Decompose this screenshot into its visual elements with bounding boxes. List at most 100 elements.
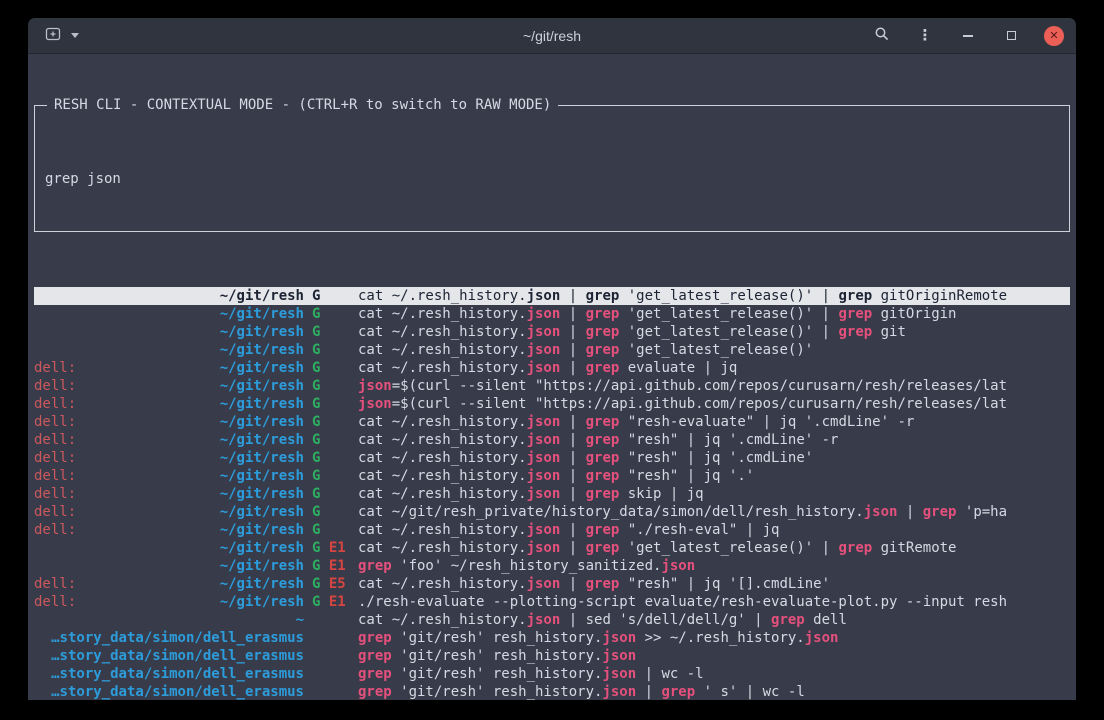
host-label: dell: [34,395,76,413]
history-row[interactable]: dell:~/git/reshGcat ~/git/resh_private/h… [34,503,1070,521]
history-row[interactable]: ~/git/reshG E1cat ~/.resh_history.json |… [34,539,1070,557]
status-flags: G [304,485,358,503]
restore-icon [1007,31,1016,40]
history-row[interactable]: dell:~/git/reshGcat ~/.resh_history.json… [34,431,1070,449]
command-text: json=$(curl --silent "https://api.github… [358,395,1070,413]
history-row[interactable]: dell:~/git/reshG E5cat ~/.resh_history.j… [34,575,1070,593]
directory-label: …story_data/simon/dell_erasmus [51,683,304,700]
kebab-menu-icon: ⋮ [918,28,933,43]
titlebar-left-controls [42,18,79,53]
history-row[interactable]: …story_data/simon/dell_erasmusgrep 'git/… [34,647,1070,665]
status-flags [304,665,358,683]
directory-label: ~/git/resh [220,287,304,305]
directory-label: ~/git/resh [220,467,304,485]
titlebar[interactable]: ~/git/resh ⋮ ✕ [28,18,1076,54]
titlebar-right-controls: ⋮ ✕ [872,18,1064,53]
resh-mode-title: RESH CLI - CONTEXTUAL MODE - (CTRL+R to … [47,96,558,114]
directory-label: ~/git/resh [220,359,304,377]
status-flags: G [304,395,358,413]
dropdown-caret-icon[interactable] [71,33,79,38]
history-row[interactable]: ~/git/reshGcat ~/.resh_history.json | gr… [34,287,1070,305]
command-text: cat ~/.resh_history.json | grep 'get_lat… [358,323,1070,341]
directory-label: ~/git/resh [220,395,304,413]
status-flags: G [304,413,358,431]
command-text: cat ~/.resh_history.json | grep "resh" |… [358,575,1070,593]
command-text: cat ~/.resh_history.json | grep "resh" |… [358,467,1070,485]
status-flags: G [304,341,358,359]
history-list[interactable]: ~/git/reshGcat ~/.resh_history.json | gr… [34,287,1070,700]
status-flags: G E1 [304,593,358,611]
directory-label: ~/git/resh [220,593,304,611]
status-flags: G [304,503,358,521]
history-row[interactable]: dell:~/git/reshGcat ~/.resh_history.json… [34,449,1070,467]
command-text: ./resh-evaluate --plotting-script evalua… [358,593,1070,611]
history-row[interactable]: ~/git/reshG E1grep 'foo' ~/resh_history_… [34,557,1070,575]
resh-header-box: RESH CLI - CONTEXTUAL MODE - (CTRL+R to … [34,105,1070,232]
status-flags: G [304,431,358,449]
history-row[interactable]: ~/git/reshGcat ~/.resh_history.json | gr… [34,323,1070,341]
status-flags: G [304,449,358,467]
directory-label: ~/git/resh [220,377,304,395]
host-label: dell: [34,467,76,485]
directory-label: ~/git/resh [220,521,304,539]
status-flags [304,611,358,629]
directory-label: ~/git/resh [220,341,304,359]
command-text: json=$(curl --silent "https://api.github… [358,377,1070,395]
command-text: grep 'git/resh' resh_history.json | wc -… [358,665,1070,683]
history-row[interactable]: dell:~/git/reshGcat ~/.resh_history.json… [34,413,1070,431]
directory-label: ~/git/resh [220,557,304,575]
history-row[interactable]: dell:~/git/reshGcat ~/.resh_history.json… [34,485,1070,503]
window-title: ~/git/resh [523,28,581,44]
history-row[interactable]: …story_data/simon/dell_erasmusgrep 'git/… [34,629,1070,647]
host-label: dell: [34,449,76,467]
restore-button[interactable] [1001,26,1021,46]
host-label: dell: [34,575,76,593]
close-button[interactable]: ✕ [1044,26,1064,46]
directory-label: …story_data/simon/dell_erasmus [51,647,304,665]
command-text: cat ~/.resh_history.json | grep 'get_lat… [358,287,1070,305]
menu-button[interactable]: ⋮ [915,26,935,46]
host-label: dell: [34,485,76,503]
history-row[interactable]: dell:~/git/reshG E1./resh-evaluate --plo… [34,593,1070,611]
host-label: dell: [34,503,76,521]
host-label: dell: [34,431,76,449]
status-flags: G E1 [304,557,358,575]
directory-label: ~/git/resh [220,323,304,341]
command-text: cat ~/.resh_history.json | grep 'get_lat… [358,341,1070,359]
history-row[interactable]: ~ cat ~/.resh_history.json | sed 's/dell/… [34,611,1070,629]
history-row[interactable]: ~/git/reshGcat ~/.resh_history.json | gr… [34,341,1070,359]
search-button[interactable] [872,26,892,46]
command-text: cat ~/.resh_history.json | sed 's/dell/d… [358,611,1070,629]
history-row[interactable]: …story_data/simon/dell_erasmusgrep 'git/… [34,665,1070,683]
history-row[interactable]: dell: ~/git/reshGcat ~/.resh_history.json… [34,467,1070,485]
status-flags: G [304,287,358,305]
new-tab-icon [45,26,61,46]
command-text: cat ~/.resh_history.json | grep skip | j… [358,485,1070,503]
command-text: cat ~/.resh_history.json | grep "./resh-… [358,521,1070,539]
status-flags: G [304,359,358,377]
host-label: dell: [34,521,76,539]
status-flags: G [304,467,358,485]
directory-label: ~ [296,611,304,629]
search-query-input[interactable]: grep json [45,170,1059,188]
new-terminal-button[interactable] [42,25,64,47]
host-label: dell: [34,377,76,395]
history-row[interactable]: dell: ~/git/reshGjson=$(curl --silent "ht… [34,377,1070,395]
history-row[interactable]: …story_data/simon/dell_erasmusgrep 'git/… [34,683,1070,700]
status-flags: G [304,521,358,539]
minimize-button[interactable] [958,26,978,46]
directory-label: ~/git/resh [220,413,304,431]
status-flags: G E1 [304,539,358,557]
status-flags: G [304,377,358,395]
history-row[interactable]: dell: ~/git/reshGcat ~/.resh_history.json… [34,521,1070,539]
directory-label: ~/git/resh [220,305,304,323]
history-row[interactable]: dell:~/git/reshGcat ~/.resh_history.json… [34,359,1070,377]
terminal-content[interactable]: RESH CLI - CONTEXTUAL MODE - (CTRL+R to … [28,54,1076,700]
terminal-window: ~/git/resh ⋮ ✕ RESH CLI - CONTEXTUAL M [28,18,1076,700]
command-text: grep 'git/resh' resh_history.json >> ~/.… [358,629,1070,647]
status-flags: G [304,305,358,323]
command-text: cat ~/.resh_history.json | grep "resh" |… [358,449,1070,467]
history-row[interactable]: dell: ~/git/reshGjson=$(curl --silent "ht… [34,395,1070,413]
history-row[interactable]: ~/git/reshGcat ~/.resh_history.json | gr… [34,305,1070,323]
command-text: cat ~/.resh_history.json | grep "resh" |… [358,431,1070,449]
